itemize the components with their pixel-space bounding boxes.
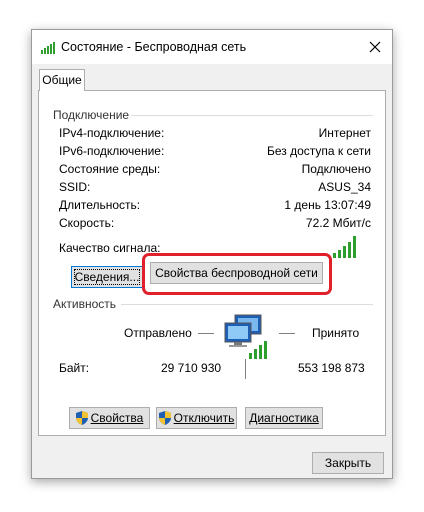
info-row-ssid: SSID: ASUS_34	[59, 180, 371, 196]
general-panel: Подключение IPv4-подключение: Интернет I…	[38, 90, 386, 436]
close-button[interactable]: Закрыть	[312, 452, 384, 474]
title-bar[interactable]: Состояние - Беспроводная сеть	[32, 30, 392, 64]
wireless-properties-button[interactable]: Свойства беспроводной сети	[150, 262, 323, 284]
row-value: Интернет	[318, 126, 371, 140]
disable-button[interactable]: Отключить	[156, 407, 237, 429]
details-button[interactable]: Сведения...	[71, 266, 143, 288]
wifi-signal-icon	[41, 42, 55, 54]
received-line	[279, 333, 295, 334]
status-dialog: Состояние - Беспроводная сеть Общие Подк…	[31, 29, 393, 479]
info-row-media-state: Состояние среды: Подключено	[59, 162, 371, 178]
window-title: Состояние - Беспроводная сеть	[61, 40, 247, 54]
connection-heading: Подключение	[53, 108, 130, 122]
row-label: Длительность:	[59, 198, 141, 212]
info-row-duration: Длительность: 1 день 13:07:49	[59, 198, 371, 214]
row-value: 1 день 13:07:49	[284, 198, 371, 212]
row-label: SSID:	[59, 180, 91, 194]
diagnose-label: Диагностика	[249, 411, 319, 425]
sent-line	[198, 333, 214, 334]
signal-strength-icon	[333, 236, 356, 258]
received-label: Принято	[312, 326, 360, 340]
activity-separator	[245, 359, 246, 379]
activity-heading: Активность	[53, 297, 117, 311]
tab-general[interactable]: Общие	[39, 69, 85, 91]
close-window-button[interactable]	[358, 30, 392, 64]
bytes-label: Байт:	[59, 361, 90, 375]
row-label: Состояние среды:	[59, 162, 161, 176]
properties-label: Свойства	[90, 411, 144, 425]
uac-shield-icon	[158, 410, 171, 425]
bytes-sent-value: 29 710 930	[161, 361, 222, 375]
sent-label: Отправлено	[124, 326, 192, 340]
tab-strip: Общие	[32, 64, 392, 91]
diagnose-button[interactable]: Диагностика	[245, 407, 323, 429]
section-divider	[131, 115, 373, 116]
bytes-received-value: 553 198 873	[298, 361, 365, 375]
uac-shield-icon	[75, 410, 88, 425]
close-icon	[369, 41, 381, 53]
info-row-ipv4: IPv4-подключение: Интернет	[59, 126, 371, 142]
disable-label: Отключить	[173, 411, 235, 425]
close-button-label: Закрыть	[324, 456, 372, 470]
row-value: Без доступа к сети	[267, 144, 371, 158]
row-value: Подключено	[301, 162, 371, 176]
info-row-speed: Скорость: 72.2 Мбит/с	[59, 216, 371, 232]
row-label: IPv4-подключение:	[59, 126, 165, 140]
properties-button[interactable]: Свойства	[69, 407, 150, 429]
row-label: IPv6-подключение:	[59, 144, 165, 158]
section-divider	[121, 304, 373, 305]
info-row-ipv6: IPv6-подключение: Без доступа к сети	[59, 144, 371, 160]
network-computers-icon	[224, 314, 267, 359]
row-value: 72.2 Мбит/с	[305, 216, 371, 230]
row-label: Скорость:	[59, 216, 115, 230]
row-value: ASUS_34	[318, 180, 371, 194]
